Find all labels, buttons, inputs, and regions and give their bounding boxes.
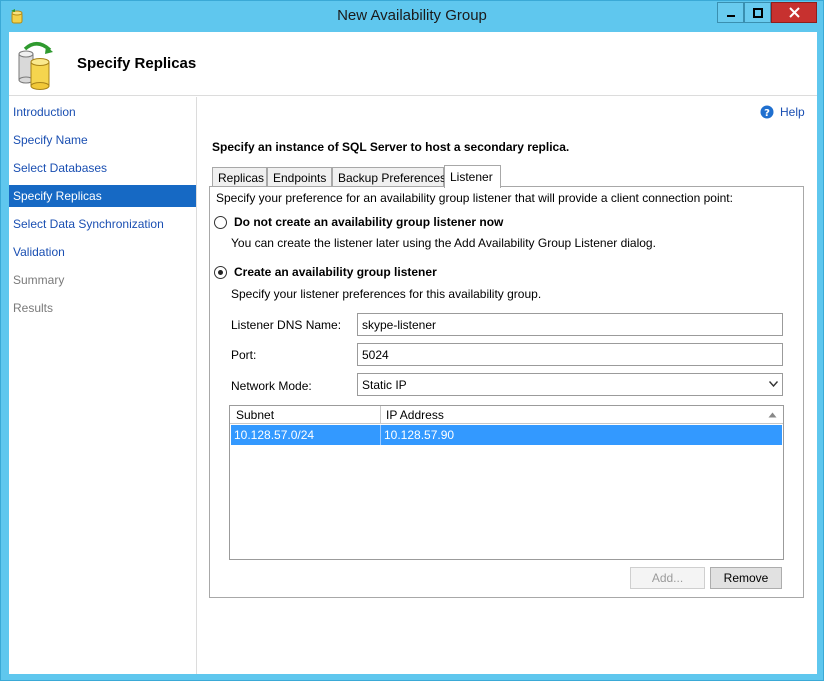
radio-no-listener-indicator[interactable] (214, 215, 227, 229)
tab-listener[interactable]: Listener (444, 165, 501, 188)
port-input[interactable]: 5024 (357, 343, 783, 366)
column-divider[interactable] (380, 406, 381, 424)
help-link[interactable]: ? Help (760, 105, 805, 119)
radio-create-listener-indicator[interactable] (214, 265, 227, 279)
database-replica-icon (18, 42, 53, 90)
radio-create-listener[interactable]: Create an availability group listener (214, 265, 437, 279)
title-bar[interactable]: New Availability Group (1, 1, 823, 31)
tab-backup-preferences[interactable]: Backup Preferences (332, 167, 446, 187)
tab-replicas[interactable]: Replicas (212, 167, 267, 187)
radio-create-listener-label: Create an availability group listener (234, 265, 437, 279)
network-mode-value: Static IP (362, 378, 407, 392)
svg-text:?: ? (764, 108, 770, 119)
port-label: Port: (231, 348, 257, 362)
sort-up-icon (768, 412, 777, 418)
window: New Availability Group Specify Replicas (0, 0, 824, 681)
nav-item-introduction[interactable]: Introduction (9, 101, 196, 123)
nav-item-select-databases[interactable]: Select Databases (9, 157, 196, 179)
ip-address-cell: 10.128.57.90 (384, 428, 455, 442)
radio-no-listener-label: Do not create an availability group list… (234, 215, 504, 229)
network-mode-select[interactable]: Static IP (357, 373, 783, 396)
dns-name-input[interactable]: skype-listener (357, 313, 783, 336)
network-mode-label: Network Mode: (231, 379, 312, 393)
close-button[interactable] (771, 2, 817, 23)
remove-button[interactable]: Remove (710, 567, 782, 589)
nav-item-select-data-synchronization[interactable]: Select Data Synchronization (9, 213, 196, 235)
subnet-ip-grid[interactable]: Subnet IP Address 10.128.57.0/24 10.128.… (229, 405, 784, 560)
page-header: Specify Replicas (9, 32, 817, 96)
help-label: Help (780, 105, 805, 119)
subnet-cell: 10.128.57.0/24 (234, 428, 315, 442)
nav-item-results: Results (13, 301, 54, 315)
maximize-button[interactable] (744, 2, 771, 23)
nav-item-specify-replicas[interactable]: Specify Replicas (9, 185, 196, 207)
help-icon: ? (760, 105, 774, 119)
chevron-down-icon (769, 381, 778, 387)
radio-no-listener[interactable]: Do not create an availability group list… (214, 215, 503, 229)
column-header-ip-address[interactable]: IP Address (386, 408, 444, 422)
nav-item-specify-name[interactable]: Specify Name (9, 129, 196, 151)
minimize-icon (726, 14, 735, 17)
table-row[interactable]: 10.128.57.0/24 10.128.57.90 (231, 425, 782, 445)
column-header-subnet[interactable]: Subnet (236, 408, 274, 422)
dialog-client: Specify Replicas Introduction Specify Na… (9, 32, 817, 674)
maximize-icon (752, 7, 763, 18)
close-icon (788, 7, 800, 18)
tab-endpoints[interactable]: Endpoints (267, 167, 332, 187)
page-title: Specify Replicas (77, 55, 197, 72)
nav-item-validation[interactable]: Validation (9, 241, 196, 263)
instruction-text: Specify an instance of SQL Server to hos… (212, 140, 570, 154)
minimize-button[interactable] (717, 2, 744, 23)
wizard-nav: Introduction Specify Name Select Databas… (9, 97, 197, 674)
add-button: Add... (630, 567, 705, 589)
create-listener-hint: Specify your listener preferences for th… (231, 287, 542, 301)
window-title: New Availability Group (337, 7, 487, 24)
main-content: ? Help Specify an instance of SQL Server… (198, 97, 817, 674)
grid-header: Subnet IP Address (230, 406, 783, 424)
listener-description: Specify your preference for an availabil… (216, 191, 733, 205)
cell-divider (380, 425, 381, 445)
nav-item-summary: Summary (13, 273, 65, 287)
no-listener-hint: You can create the listener later using … (231, 236, 656, 250)
dns-name-label: Listener DNS Name: (231, 318, 342, 332)
listener-panel: Specify your preference for an availabil… (209, 186, 804, 598)
